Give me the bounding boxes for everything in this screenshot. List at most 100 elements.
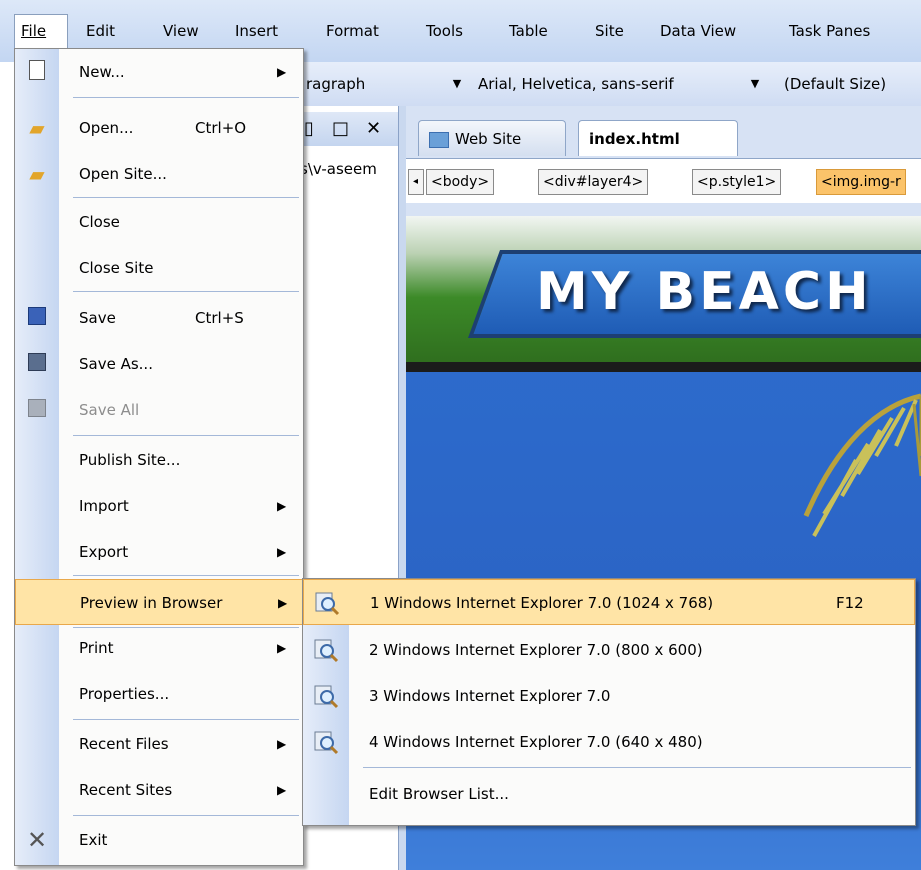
- browser-item-3-label: 3 Windows Internet Explorer 7.0: [369, 687, 611, 705]
- menu-view-label: View: [163, 22, 199, 40]
- menu-view[interactable]: View: [157, 14, 205, 48]
- open-folder-icon: ▰: [29, 116, 45, 140]
- menu-item-save-as[interactable]: Save As...: [15, 341, 303, 387]
- menu-item-close-site[interactable]: Close Site: [15, 245, 303, 291]
- menu-item-properties-label: Properties...: [79, 685, 170, 703]
- style-combo[interactable]: ragraph: [300, 70, 450, 98]
- breadcrumb-img[interactable]: <img.img-r: [816, 169, 906, 195]
- menu-item-new-label: New...: [79, 63, 125, 81]
- font-combo-value: Arial, Helvetica, sans-serif: [478, 75, 674, 93]
- menu-item-new[interactable]: New... ▶: [15, 49, 303, 95]
- submenu-arrow-icon: ▶: [277, 65, 287, 79]
- breadcrumb-p-style1[interactable]: <p.style1>: [692, 169, 782, 195]
- menu-item-import[interactable]: Import ▶: [15, 483, 303, 529]
- menu-edit[interactable]: Edit: [80, 14, 121, 48]
- menu-insert-label: Insert: [235, 22, 279, 40]
- open-site-icon: ▰: [29, 162, 45, 186]
- submenu-arrow-icon: ▶: [277, 545, 287, 559]
- menu-item-publish-site[interactable]: Publish Site...: [15, 437, 303, 483]
- menu-file-label: File: [21, 22, 47, 40]
- font-combo[interactable]: Arial, Helvetica, sans-serif: [472, 70, 752, 98]
- menu-item-close[interactable]: Close: [15, 199, 303, 245]
- menu-separator: [73, 197, 299, 198]
- tab-web-site[interactable]: Web Site: [418, 120, 566, 156]
- file-menu: New... ▶ ▰ Open... Ctrl+O ▰ Open Site...…: [14, 48, 304, 866]
- menu-format[interactable]: Format: [320, 14, 385, 48]
- menu-task-panes-label: Task Panes: [789, 22, 871, 40]
- menu-item-exit-label: Exit: [79, 831, 108, 849]
- menu-table[interactable]: Table: [503, 14, 554, 48]
- menu-item-open-site[interactable]: ▰ Open Site...: [15, 151, 303, 197]
- tab-index-html-label: index.html: [589, 130, 680, 148]
- edit-browser-list-label: Edit Browser List...: [369, 785, 509, 803]
- maximize-icon[interactable]: □: [332, 118, 349, 139]
- menu-edit-label: Edit: [86, 22, 116, 40]
- exit-x-icon: ✕: [26, 826, 48, 854]
- menu-item-open-shortcut: Ctrl+O: [195, 119, 247, 137]
- menu-item-close-label: Close: [79, 213, 120, 231]
- breadcrumb-div-layer4[interactable]: <div#layer4>: [538, 169, 649, 195]
- menu-insert[interactable]: Insert: [229, 14, 284, 48]
- menu-site-label: Site: [595, 22, 624, 40]
- menu-item-properties[interactable]: Properties...: [15, 671, 303, 717]
- size-combo-value: (Default Size): [784, 75, 887, 93]
- submenu-arrow-icon: ▶: [277, 783, 287, 797]
- menu-item-exit[interactable]: ✕ Exit: [15, 817, 303, 863]
- preview-in-browser-submenu: 1 Windows Internet Explorer 7.0 (1024 x …: [302, 578, 916, 826]
- font-dropdown-arrow-icon[interactable]: ▼: [748, 70, 762, 98]
- menu-tools[interactable]: Tools: [420, 14, 469, 48]
- menu-data-view-label: Data View: [660, 22, 737, 40]
- menu-item-open[interactable]: ▰ Open... Ctrl+O: [15, 105, 303, 151]
- web-site-icon: [429, 131, 449, 148]
- tab-index-html[interactable]: index.html: [578, 120, 738, 156]
- banner-divider: [406, 362, 921, 372]
- edit-browser-list-item[interactable]: Edit Browser List...: [303, 771, 915, 817]
- menu-item-save[interactable]: Save Ctrl+S: [15, 295, 303, 341]
- browser-item-4[interactable]: 4 Windows Internet Explorer 7.0 (640 x 4…: [303, 719, 915, 765]
- menu-task-panes[interactable]: Task Panes: [783, 14, 876, 48]
- browser-item-3[interactable]: 3 Windows Internet Explorer 7.0: [303, 673, 915, 719]
- menu-item-print-label: Print: [79, 639, 114, 657]
- palm-leaf-image: [803, 393, 921, 537]
- menu-item-print[interactable]: Print ▶: [15, 625, 303, 671]
- pin-icon[interactable]: ▯: [304, 118, 314, 139]
- banner-title: MY BEACH: [536, 262, 873, 322]
- menu-item-preview-in-browser[interactable]: Preview in Browser ▶: [15, 579, 303, 625]
- menu-item-export[interactable]: Export ▶: [15, 529, 303, 575]
- menu-separator: [73, 575, 299, 576]
- submenu-arrow-icon: ▶: [277, 641, 287, 655]
- browser-item-2[interactable]: 2 Windows Internet Explorer 7.0 (800 x 6…: [303, 627, 915, 673]
- menu-item-save-all[interactable]: Save All: [15, 387, 303, 433]
- save-as-icon: [25, 352, 49, 376]
- menu-file[interactable]: File: [14, 14, 68, 48]
- menu-site[interactable]: Site: [589, 14, 630, 48]
- size-combo[interactable]: (Default Size): [778, 70, 921, 98]
- menu-format-label: Format: [326, 22, 379, 40]
- scroll-left-arrow-icon[interactable]: ◂: [408, 169, 424, 195]
- browser-preview-icon: [314, 639, 339, 663]
- menu-tools-label: Tools: [426, 22, 463, 40]
- style-dropdown-arrow-icon[interactable]: ▼: [450, 70, 464, 98]
- menu-row: File Edit View Insert Format Tools Table…: [0, 14, 921, 48]
- breadcrumb-body[interactable]: <body>: [426, 169, 495, 195]
- tab-web-site-label: Web Site: [455, 130, 522, 148]
- menu-item-open-label: Open...: [79, 119, 134, 137]
- new-page-icon: [25, 60, 49, 84]
- menu-item-export-label: Export: [79, 543, 129, 561]
- style-combo-value: ragraph: [306, 75, 366, 93]
- browser-preview-icon: [314, 685, 339, 709]
- menu-separator: [363, 767, 911, 768]
- menu-separator: [73, 291, 299, 292]
- menu-item-recent-sites-label: Recent Sites: [79, 781, 173, 799]
- menu-item-save-shortcut: Ctrl+S: [195, 309, 244, 327]
- browser-item-1-label: 1 Windows Internet Explorer 7.0 (1024 x …: [370, 594, 714, 612]
- menu-item-publish-site-label: Publish Site...: [79, 451, 181, 469]
- menu-data-view[interactable]: Data View: [654, 14, 742, 48]
- close-icon[interactable]: ✕: [366, 118, 381, 139]
- menu-item-recent-files[interactable]: Recent Files ▶: [15, 721, 303, 767]
- menu-item-recent-sites[interactable]: Recent Sites ▶: [15, 767, 303, 813]
- folder-path-text: s\v-aseem: [300, 160, 377, 178]
- submenu-arrow-icon: ▶: [277, 499, 287, 513]
- browser-item-1[interactable]: 1 Windows Internet Explorer 7.0 (1024 x …: [303, 579, 915, 625]
- menu-item-save-as-label: Save As...: [79, 355, 153, 373]
